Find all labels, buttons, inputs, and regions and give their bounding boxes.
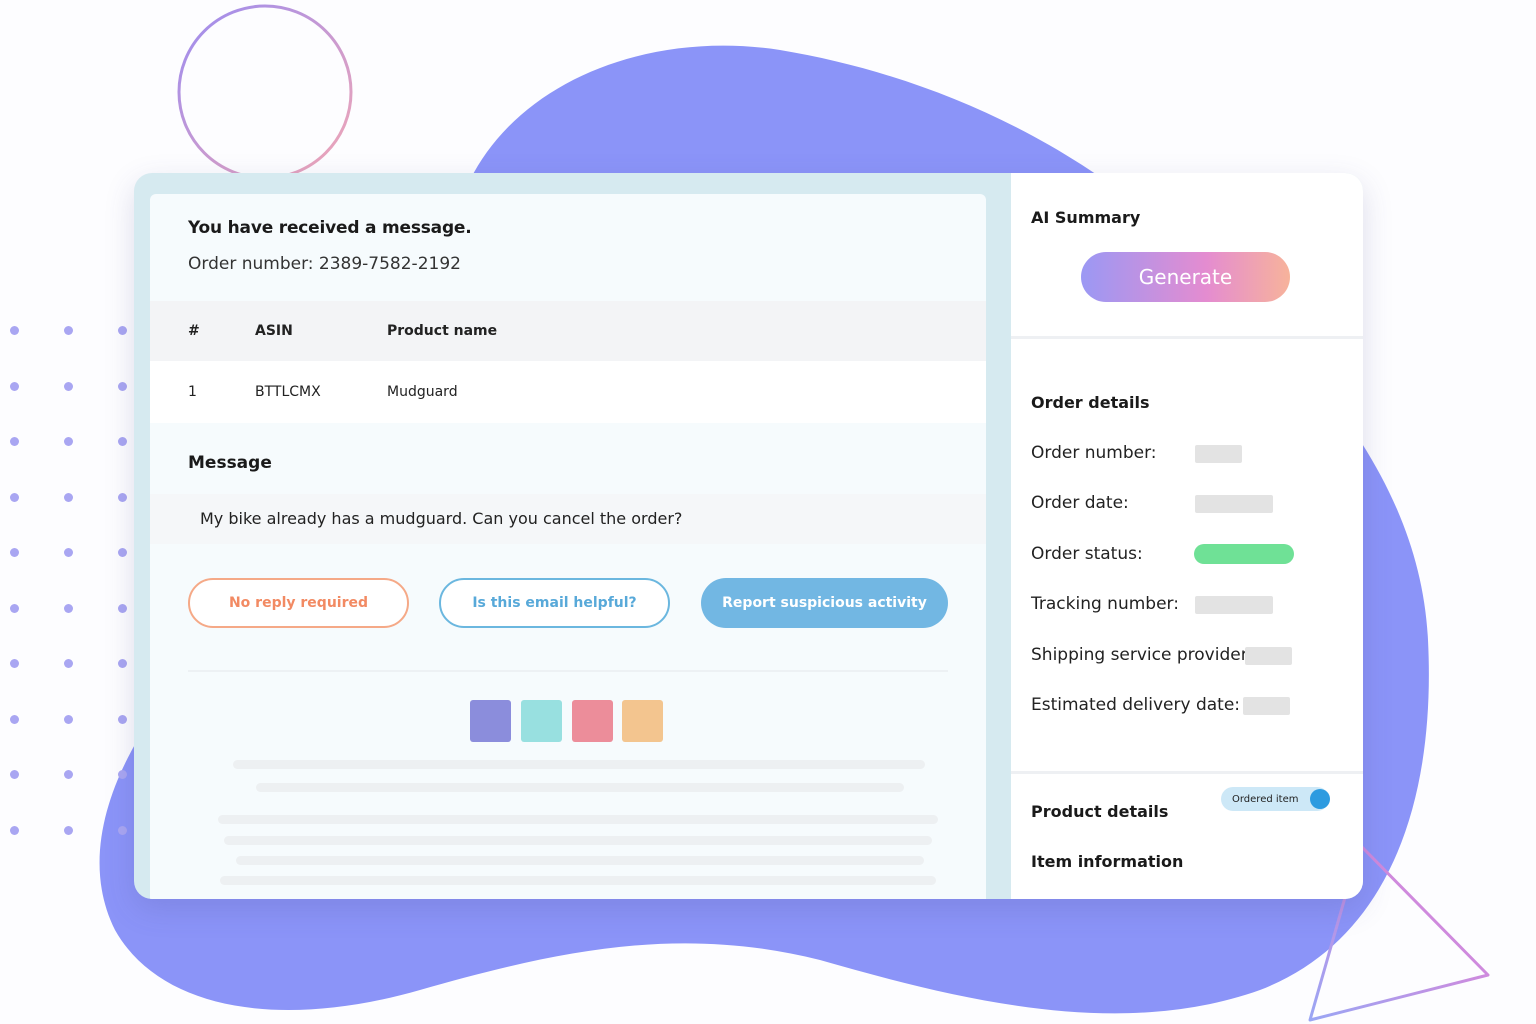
estimated-delivery-label: Estimated delivery date:	[1031, 695, 1241, 715]
order-date-value-placeholder	[1195, 495, 1273, 513]
message-label: Message	[188, 453, 272, 473]
estimated-delivery-value-placeholder	[1243, 697, 1290, 715]
decorative-dot	[10, 326, 19, 335]
decorative-dot	[118, 659, 127, 668]
decorative-dot	[64, 493, 73, 502]
color-swatch-pink	[572, 700, 613, 742]
item-information-title: Item information	[1031, 852, 1184, 871]
skeleton-line	[256, 783, 904, 792]
column-header-asin: ASIN	[255, 323, 293, 339]
report-suspicious-activity-button[interactable]: Report suspicious activity	[701, 578, 948, 628]
order-status-label: Order status:	[1031, 544, 1143, 564]
decorative-dot	[118, 437, 127, 446]
message-text: My bike already has a mudguard. Can you …	[200, 509, 683, 528]
decorative-dot	[10, 437, 19, 446]
ordered-item-toggle[interactable]: Ordered item	[1221, 787, 1330, 811]
no-reply-required-button[interactable]: No reply required	[188, 578, 409, 628]
toggle-knob	[1310, 789, 1330, 809]
message-card: You have received a message. Order numbe…	[150, 194, 986, 899]
row-product-name: Mudguard	[387, 384, 458, 400]
ordered-item-toggle-label: Ordered item	[1232, 793, 1299, 805]
color-swatch-peach	[622, 700, 663, 742]
shipping-provider-label: Shipping service provider:	[1031, 645, 1254, 665]
skeleton-line	[236, 856, 924, 865]
decorative-dot	[10, 770, 19, 779]
order-number-line: Order number: 2389-7582-2192	[188, 254, 461, 274]
tracking-number-label: Tracking number:	[1031, 594, 1179, 614]
decorative-dot	[118, 715, 127, 724]
order-number-label: Order number:	[1031, 443, 1157, 463]
skeleton-line	[218, 815, 938, 824]
message-header: You have received a message. Order numbe…	[188, 218, 472, 274]
decorative-dot	[64, 437, 73, 446]
color-swatch-teal	[521, 700, 562, 742]
panel-divider	[1011, 771, 1363, 774]
order-status-indicator	[1194, 544, 1294, 564]
message-body: My bike already has a mudguard. Can you …	[150, 494, 986, 544]
product-table: # ASIN Product name 1 BTTLCMX Mudguard	[150, 301, 986, 423]
tracking-number-value-placeholder	[1195, 596, 1273, 614]
table-row: 1 BTTLCMX Mudguard	[150, 361, 986, 423]
color-swatch-purple	[470, 700, 511, 742]
decorative-dot	[10, 493, 19, 502]
decorative-dot	[118, 326, 127, 335]
decorative-dot	[64, 770, 73, 779]
decorative-dot	[118, 770, 127, 779]
decorative-dot	[10, 548, 19, 557]
decorative-dot	[10, 826, 19, 835]
table-header: # ASIN Product name	[150, 301, 986, 361]
row-index: 1	[188, 384, 197, 400]
message-title: You have received a message.	[188, 218, 472, 238]
decorative-dot	[10, 604, 19, 613]
order-date-label: Order date:	[1031, 493, 1129, 513]
decorative-dot	[118, 382, 127, 391]
ai-summary-title: AI Summary	[1031, 208, 1141, 227]
dot-grid-decoration	[10, 326, 140, 846]
skeleton-line	[224, 836, 932, 845]
column-header-product-name: Product name	[387, 323, 498, 339]
column-header-index: #	[188, 323, 200, 339]
decorative-dot	[64, 548, 73, 557]
decorative-dot	[118, 548, 127, 557]
side-panel: AI Summary Generate Order details Order …	[1011, 173, 1363, 899]
divider	[188, 670, 948, 672]
skeleton-line	[233, 760, 925, 769]
decorative-dot	[118, 493, 127, 502]
decorative-ring	[177, 4, 353, 180]
decorative-dot	[64, 715, 73, 724]
email-helpful-button[interactable]: Is this email helpful?	[439, 578, 670, 628]
decorative-dot	[10, 659, 19, 668]
decorative-dot	[64, 659, 73, 668]
order-number-value-placeholder	[1195, 445, 1242, 463]
decorative-dot	[118, 826, 127, 835]
skeleton-line	[220, 876, 936, 885]
app-window: You have received a message. Order numbe…	[134, 173, 1363, 899]
decorative-dot	[64, 326, 73, 335]
panel-divider	[1011, 336, 1363, 339]
generate-button[interactable]: Generate	[1081, 252, 1290, 302]
decorative-dot	[10, 382, 19, 391]
order-details-title: Order details	[1031, 393, 1150, 412]
decorative-dot	[64, 604, 73, 613]
decorative-dot	[64, 826, 73, 835]
decorative-dot	[10, 715, 19, 724]
decorative-dot	[118, 604, 127, 613]
row-asin: BTTLCMX	[255, 384, 321, 400]
decorative-dot	[64, 382, 73, 391]
product-details-title: Product details	[1031, 802, 1169, 821]
shipping-provider-value-placeholder	[1245, 647, 1292, 665]
